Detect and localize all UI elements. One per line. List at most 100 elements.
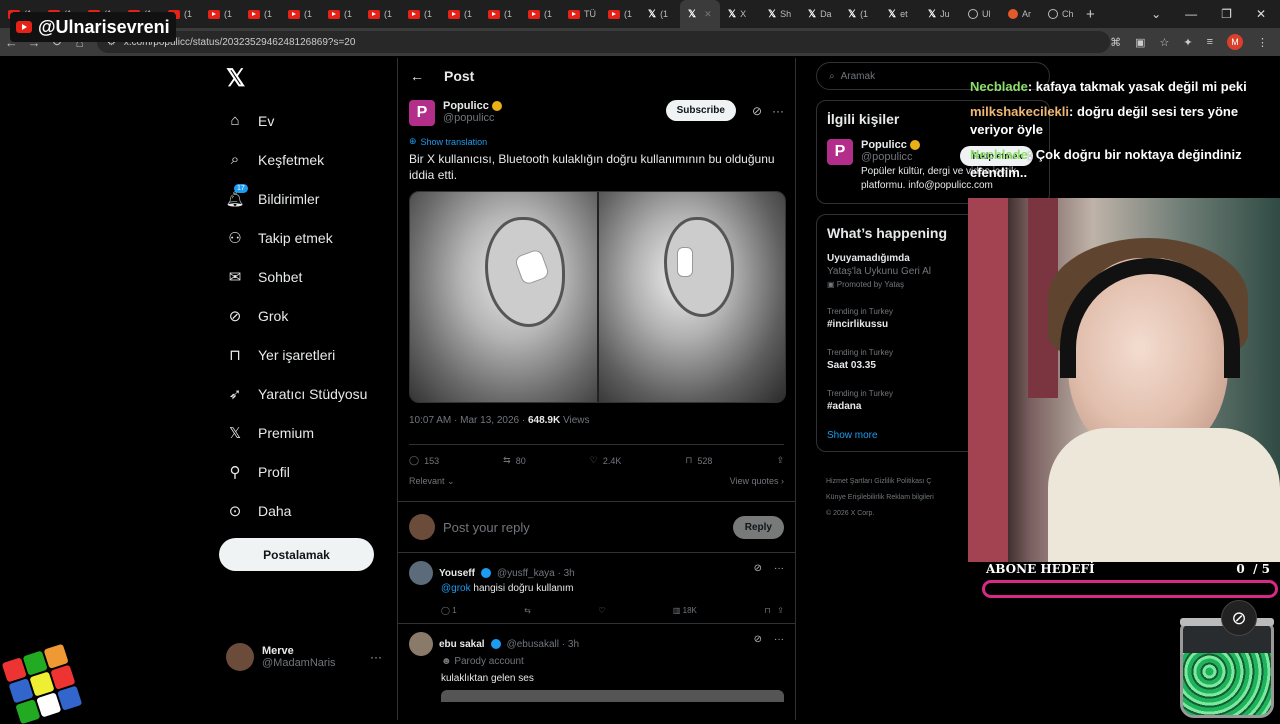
translate-icon[interactable]: ⌘ [1110, 36, 1121, 49]
nav-item-bildirimler[interactable]: 🔔︎ 17 Bildirimler [220, 179, 390, 218]
browser-tab[interactable]: 𝕏 Da [800, 0, 840, 28]
nav-item-premium[interactable]: 𝕏 Premium [220, 413, 390, 452]
nav-item-profil[interactable]: ⚲ Profil [220, 452, 390, 491]
minimize-icon[interactable]: — [1185, 7, 1197, 21]
bookmark-share-actions[interactable]: ⊓ ⇪ [764, 606, 784, 615]
reply-input[interactable]: Post your reply [443, 520, 725, 535]
browser-tab[interactable]: 𝕏 ✕ [680, 0, 720, 28]
related-name[interactable]: Populicc [861, 139, 907, 151]
author-avatar[interactable]: P [409, 100, 435, 126]
browser-tab[interactable]: (1 [360, 0, 400, 28]
extensions-icon[interactable]: ✦ [1183, 36, 1192, 49]
grok-icon[interactable]: ⊘ [754, 634, 762, 645]
browser-tab[interactable]: (1 [600, 0, 640, 28]
close-window-icon[interactable]: ✕ [1256, 7, 1266, 21]
browser-tab[interactable]: (1 [320, 0, 360, 28]
post-button[interactable]: Postalamak [219, 538, 374, 571]
home-icon: ⌂ [230, 112, 240, 129]
profile-avatar[interactable]: M [1227, 34, 1244, 50]
media-icon[interactable]: ≡ [1207, 36, 1213, 48]
browser-tab[interactable]: (1 [400, 0, 440, 28]
browser-tab[interactable]: (1 [240, 0, 280, 28]
nav-item-yarat-c-st-dyosu[interactable]: ➶ Yaratıcı Stüdyosu [220, 374, 390, 413]
mention-link[interactable]: @grok [441, 583, 471, 594]
author-handle[interactable]: @populicc [443, 112, 502, 124]
browser-tab[interactable]: 𝕏et [880, 0, 920, 28]
views-action[interactable]: ▥ 18K [673, 606, 697, 615]
tab-label: et [900, 9, 908, 19]
more-icon[interactable]: ··· [774, 634, 784, 645]
grok-icon: ⊘ [228, 307, 242, 325]
browser-tab[interactable]: 𝕏X [720, 0, 760, 28]
view-quotes-link[interactable]: View quotes › [730, 476, 784, 487]
browser-tab[interactable]: (1 [200, 0, 240, 28]
bookmark-action[interactable]: ⊓ 528 [685, 455, 712, 466]
tweet-timestamp[interactable]: 10:07 AM · Mar 13, 2026 · [409, 415, 528, 426]
reply-text-body: hangisi doğru kullanım [470, 583, 574, 594]
reply-author-name[interactable]: Youseff [439, 568, 475, 579]
reply-author-handle[interactable]: @ebusakall · 3h [507, 639, 579, 650]
tab-search-icon[interactable]: ⌄ [1151, 7, 1161, 21]
show-translation-link[interactable]: ⊕ Show translation [409, 136, 784, 147]
tweet-media[interactable] [409, 191, 786, 403]
repost-action[interactable]: ⇆ [524, 606, 531, 615]
browser-tab[interactable]: TÜ [560, 0, 600, 28]
new-tab-icon[interactable]: + [1086, 6, 1095, 23]
reply-avatar[interactable] [409, 632, 433, 656]
nav-item-yer-i-aretleri[interactable]: ⊓ Yer işaretleri [220, 335, 390, 374]
grok-float-icon[interactable]: ⊘ [1221, 600, 1257, 636]
share-action[interactable]: ⇪ [776, 455, 784, 466]
back-arrow-icon[interactable]: ← [410, 68, 424, 84]
grok-icon[interactable]: ⊘ [754, 563, 762, 574]
nav-item-ev[interactable]: ⌂ Ev [220, 101, 390, 140]
account-more-icon[interactable]: ··· [370, 650, 382, 664]
x-logo-icon[interactable]: 𝕏 [226, 64, 390, 93]
browser-tab[interactable]: (1 [480, 0, 520, 28]
reply-action[interactable]: ◯ 1 [441, 606, 457, 615]
more-icon[interactable]: ··· [774, 563, 784, 574]
browser-tab[interactable]: Ch [1040, 0, 1080, 28]
like-action[interactable]: ♡ [598, 606, 605, 615]
account-switcher[interactable]: Merve @MadamNaris [226, 643, 336, 671]
reply-avatar[interactable] [409, 561, 433, 585]
browser-tab[interactable]: 𝕏 Sh [760, 0, 800, 28]
subscribe-button[interactable]: Subscribe [665, 100, 736, 121]
nav-item-sohbet[interactable]: ✉ Sohbet [220, 257, 390, 296]
browser-tab[interactable]: 𝕏 (1 [840, 0, 880, 28]
browser-tab[interactable]: 𝕏 (1 [640, 0, 680, 28]
bell-icon: 🔔︎ 17 [225, 183, 248, 208]
nav-item-daha[interactable]: ⊙ Daha [220, 491, 390, 530]
nav-item-ke-fetmek[interactable]: ⌕ Keşfetmek [220, 140, 390, 179]
ear-photo-left[interactable] [410, 192, 597, 402]
like-action[interactable]: ♡ 2.4K [590, 455, 622, 466]
nav-item-takip-etmek[interactable]: ⚇ Takip etmek [220, 218, 390, 257]
browser-tab[interactable]: 𝕏 Ju [920, 0, 960, 28]
reply-item[interactable]: ebu sakal @ebusakall · 3h ⊘ ··· ☻ Parody … [398, 624, 795, 710]
reply-author-name[interactable]: ebu sakal [439, 639, 485, 650]
relevant-dropdown[interactable]: Relevant ⌄ [409, 476, 455, 487]
close-tab-icon[interactable]: ✕ [704, 9, 712, 20]
menu-icon[interactable]: ⋮ [1257, 36, 1268, 49]
reply-media[interactable] [441, 690, 784, 702]
browser-tab[interactable]: (1 [520, 0, 560, 28]
related-avatar[interactable]: P [827, 139, 853, 165]
nav-item-grok[interactable]: ⊘ Grok [220, 296, 390, 335]
repost-action[interactable]: ⇆ 80 [503, 455, 526, 466]
bookmark-star-icon[interactable]: ☆ [1160, 36, 1170, 49]
browser-tab[interactable]: Ul [960, 0, 1000, 28]
reply-button[interactable]: Reply [732, 515, 784, 539]
reply-item[interactable]: Youseff @yusff_kaya · 3h ⊘ ··· @grok hang… [398, 553, 795, 624]
author-name[interactable]: Populicc [443, 100, 489, 112]
ear-photo-right[interactable] [598, 192, 785, 402]
browser-tab[interactable]: (1 [280, 0, 320, 28]
more-icon[interactable]: ··· [772, 104, 784, 118]
install-icon[interactable]: ▣ [1135, 36, 1145, 49]
reply-action[interactable]: ◯ 153 [409, 455, 439, 466]
grok-icon[interactable]: ⊘ [752, 104, 762, 118]
reply-author-handle[interactable]: @yusff_kaya · 3h [497, 568, 575, 579]
related-handle[interactable]: @populicc [861, 151, 920, 163]
browser-tab[interactable]: (1 [440, 0, 480, 28]
browser-tab[interactable]: Ar [1000, 0, 1040, 28]
url-field[interactable]: ⚙ x.com/populicc/status/2032352946248126… [96, 31, 1111, 53]
restore-icon[interactable]: ❐ [1221, 7, 1232, 21]
